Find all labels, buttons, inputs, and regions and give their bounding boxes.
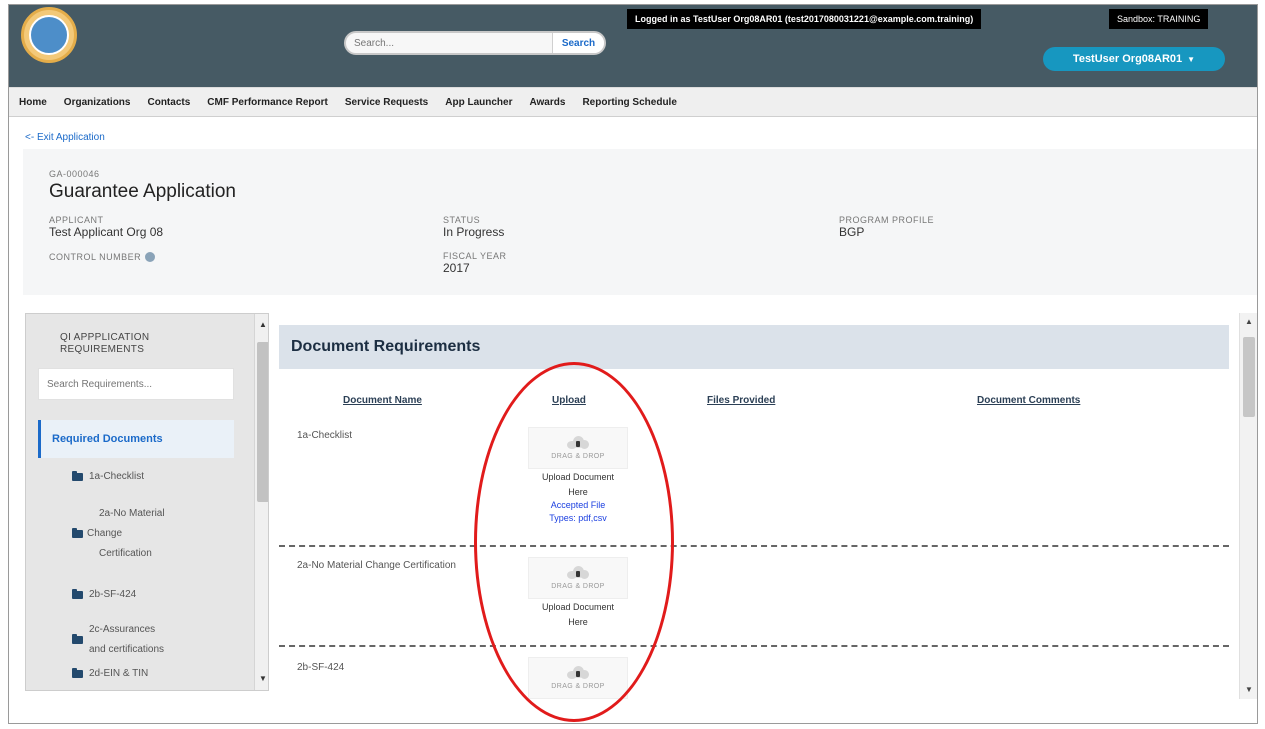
folder-icon	[72, 634, 83, 644]
document-requirements-panel: Document Requirements Document Name Uplo…	[277, 313, 1257, 713]
upload-instruction: Upload Document	[541, 602, 615, 612]
row-divider	[279, 645, 1229, 647]
sidebar-item-label: 2b-SF-424	[89, 589, 137, 600]
sidebar-item-2d-ein-tin[interactable]: 2d-EIN & TIN	[72, 667, 149, 679]
dropzone-text: DRAG & DROP	[551, 583, 605, 590]
nav-item-cmf-performance-report[interactable]: CMF Performance Report	[207, 97, 328, 108]
column-header-upload[interactable]: Upload	[552, 395, 586, 406]
folder-icon	[72, 667, 83, 678]
status-value: In Progress	[443, 225, 505, 239]
column-header-document-name[interactable]: Document Name	[343, 395, 422, 406]
drag-drop-zone[interactable]: DRAG & DROP	[528, 427, 628, 469]
record-header: GA-000046 Guarantee Application APPLICAN…	[23, 149, 1257, 295]
column-header-files-provided[interactable]: Files Provided	[707, 395, 775, 406]
dropzone-text: DRAG & DROP	[551, 453, 605, 460]
drag-drop-zone[interactable]: DRAG & DROP	[528, 657, 628, 699]
sidebar-item-label: 2a-No Material	[99, 508, 165, 519]
accepted-file-types: Accepted File	[550, 500, 606, 510]
global-search: Search	[344, 31, 606, 55]
sidebar-scrollbar[interactable]: ▲ ▼	[254, 314, 268, 690]
sidebar-item-required-documents[interactable]: Required Documents	[52, 433, 163, 445]
document-name-cell: 1a-Checklist	[297, 430, 353, 441]
upload-instruction: Upload Document	[541, 472, 615, 482]
upload-instruction: Here	[568, 487, 588, 497]
cloud-upload-icon	[567, 566, 589, 580]
status-label: STATUS	[443, 215, 481, 225]
control-number-text: CONTROL NUMBER	[49, 252, 142, 262]
folder-icon	[72, 588, 83, 599]
record-id: GA-000046	[49, 169, 100, 179]
cloud-upload-icon	[567, 436, 589, 450]
sidebar-item-1a-checklist[interactable]: 1a-Checklist	[72, 470, 145, 482]
upload-cell: DRAG & DROP Upload Document Here Accepte…	[527, 427, 629, 525]
nav-item-contacts[interactable]: Contacts	[147, 97, 190, 108]
dropzone-text: DRAG & DROP	[551, 683, 605, 690]
sidebar-item-2c-assurances[interactable]: 2c-Assurances and certifications	[72, 620, 164, 660]
cloud-upload-icon	[567, 666, 589, 680]
sandbox-badge: Sandbox: TRAINING	[1109, 9, 1209, 29]
applicant-label: APPLICANT	[49, 215, 104, 225]
nav-item-home[interactable]: Home	[19, 97, 47, 108]
document-name-cell: 2a-No Material Change Certification	[297, 560, 456, 571]
sidebar-item-2b-sf-424[interactable]: 2b-SF-424	[72, 588, 137, 600]
exit-application-link[interactable]: <- Exit Application	[25, 132, 105, 143]
scroll-up-arrow-icon[interactable]: ▲	[255, 318, 268, 332]
drag-drop-zone[interactable]: DRAG & DROP	[528, 557, 628, 599]
main-navigation: Home Organizations Contacts CMF Performa…	[9, 87, 1257, 117]
user-menu-label: TestUser Org08AR01	[1072, 53, 1183, 65]
sidebar-item-label: 2c-Assurances	[89, 624, 156, 635]
sidebar-item-label: Change	[87, 528, 123, 539]
upload-instruction: Here	[568, 617, 588, 627]
control-number-label: CONTROL NUMBER	[49, 252, 156, 262]
search-input[interactable]	[346, 33, 552, 53]
page-title: Guarantee Application	[49, 181, 236, 202]
scroll-down-arrow-icon[interactable]: ▼	[255, 672, 268, 686]
accepted-file-types: Types: pdf,csv	[549, 513, 607, 523]
nav-item-app-launcher[interactable]: App Launcher	[445, 97, 512, 108]
nav-item-service-requests[interactable]: Service Requests	[345, 97, 428, 108]
sidebar-item-label: and certifications	[89, 644, 165, 655]
sidebar-item-label: 1a-Checklist	[89, 471, 145, 482]
requirements-sidebar: QI APPPLICATION REQUIREMENTS Required Do…	[25, 313, 269, 691]
info-icon[interactable]	[145, 252, 156, 262]
top-header: Search Logged in as TestUser Org08AR01 (…	[9, 5, 1257, 87]
applicant-value: Test Applicant Org 08	[49, 225, 164, 239]
document-requirements-header: Document Requirements	[279, 325, 1229, 369]
folder-icon	[72, 528, 83, 538]
sidebar-item-label: Certification	[99, 548, 152, 559]
fiscal-year-value: 2017	[443, 261, 470, 275]
caret-down-icon: ▼	[1187, 54, 1196, 64]
document-name-cell: 2b-SF-424	[297, 662, 345, 673]
upload-cell: DRAG & DROP Upload Document Here	[527, 557, 629, 629]
sidebar-title: QI APPPLICATION REQUIREMENTS	[60, 332, 150, 355]
main-scrollbar[interactable]: ▲ ▼	[1239, 313, 1257, 699]
row-divider	[279, 545, 1229, 547]
nav-item-reporting-schedule[interactable]: Reporting Schedule	[582, 97, 676, 108]
section-title: Document Requirements	[291, 338, 481, 355]
search-button[interactable]: Search	[552, 33, 604, 53]
browser-frame: Search Logged in as TestUser Org08AR01 (…	[8, 4, 1258, 724]
column-header-document-comments[interactable]: Document Comments	[977, 395, 1080, 406]
nav-item-awards[interactable]: Awards	[529, 97, 565, 108]
program-profile-label: PROGRAM PROFILE	[839, 215, 935, 225]
scroll-up-arrow-icon[interactable]: ▲	[1240, 315, 1257, 329]
nav-item-organizations[interactable]: Organizations	[64, 97, 131, 108]
fiscal-year-label: FISCAL YEAR	[443, 251, 507, 261]
sidebar-scroll-thumb[interactable]	[257, 342, 268, 502]
login-info-badge: Logged in as TestUser Org08AR01 (test201…	[627, 9, 982, 29]
upload-cell: DRAG & DROP	[527, 657, 629, 699]
sidebar-item-2a-no-material-change[interactable]: 2a-No Material Change Certification	[72, 504, 165, 564]
folder-icon	[72, 470, 83, 481]
user-menu-button[interactable]: TestUser Org08AR01 ▼	[1043, 47, 1225, 71]
scroll-down-arrow-icon[interactable]: ▼	[1240, 683, 1257, 697]
sidebar-item-label: 2d-EIN & TIN	[89, 668, 149, 679]
organization-logo[interactable]	[21, 7, 77, 63]
main-scroll-thumb[interactable]	[1243, 337, 1255, 417]
requirements-search-input[interactable]	[38, 368, 234, 400]
program-profile-value: BGP	[839, 225, 865, 239]
